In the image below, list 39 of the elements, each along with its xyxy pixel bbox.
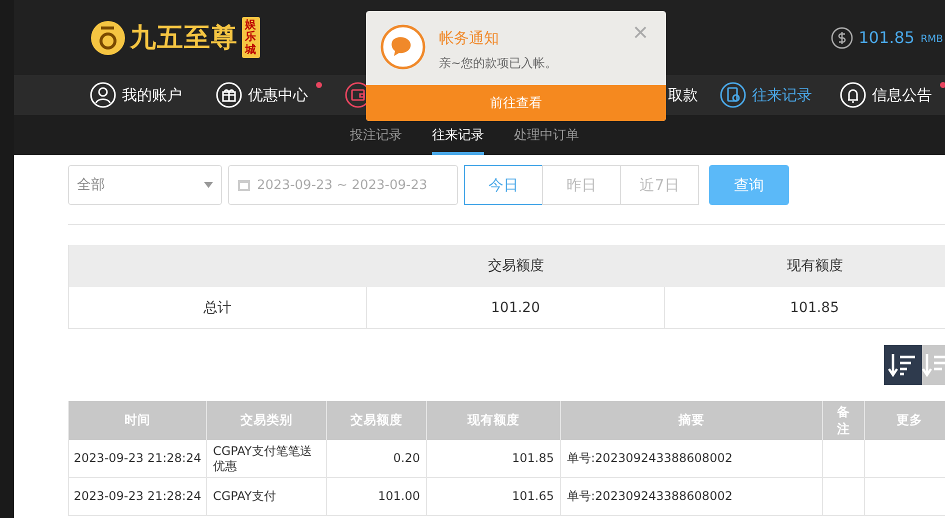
nav-item[interactable]: 取款 bbox=[668, 86, 698, 104]
column-header: 现有额度 bbox=[665, 245, 945, 287]
table-cell: 101.00 bbox=[327, 478, 427, 516]
table-cell: 101.85 bbox=[427, 440, 561, 478]
bell-icon bbox=[840, 82, 866, 108]
notification-message: 亲~您的款项已入帐。 bbox=[439, 55, 558, 72]
nav-item[interactable]: 信息公告 bbox=[872, 86, 932, 104]
table-cell: CGPAY支付 bbox=[207, 478, 327, 516]
table-cell: 总计 bbox=[69, 287, 367, 329]
nav-item[interactable]: 往来记录 bbox=[752, 86, 812, 104]
table-cell: 单号:202309243388608002 bbox=[561, 440, 823, 478]
document-icon bbox=[720, 82, 746, 108]
dollar-icon bbox=[830, 26, 853, 48]
nav-item[interactable]: 我的账户 bbox=[122, 86, 182, 104]
nav-item[interactable]: 优惠中心 bbox=[248, 86, 308, 104]
gift-icon bbox=[216, 82, 242, 108]
currency-label: RMB bbox=[920, 34, 943, 45]
table-cell: 2023-09-23 21:28:24 bbox=[69, 478, 207, 516]
table-cell: 0.20 bbox=[327, 440, 427, 478]
calendar-icon bbox=[237, 178, 251, 192]
column-header: 交易额度 bbox=[367, 245, 665, 287]
sort-descending-button[interactable] bbox=[884, 345, 922, 385]
logo-badge: 娱乐城 bbox=[242, 17, 260, 58]
table-cell: 101.65 bbox=[427, 478, 561, 516]
balance-amount: 101.85 bbox=[858, 28, 915, 47]
table-cell bbox=[823, 478, 865, 516]
chat-bubble-icon bbox=[380, 24, 426, 70]
logo-text: 九五至尊 bbox=[130, 22, 238, 55]
user-icon bbox=[90, 82, 116, 108]
caret-icon bbox=[204, 182, 213, 188]
logo-icon bbox=[90, 20, 126, 56]
table-cell: 101.85 bbox=[665, 287, 945, 329]
table-cell: 单号:202309243388608002 bbox=[561, 478, 823, 516]
table-cell bbox=[823, 440, 865, 478]
notification-title: 帐务通知 bbox=[439, 29, 500, 48]
type-select[interactable]: 全部 bbox=[68, 165, 222, 205]
table-cell: 2023-09-23 21:28:24 bbox=[69, 440, 207, 478]
table-cell: 101.20 bbox=[367, 287, 665, 329]
table-cell: CGPAY支付笔笔送优惠 bbox=[207, 440, 327, 478]
